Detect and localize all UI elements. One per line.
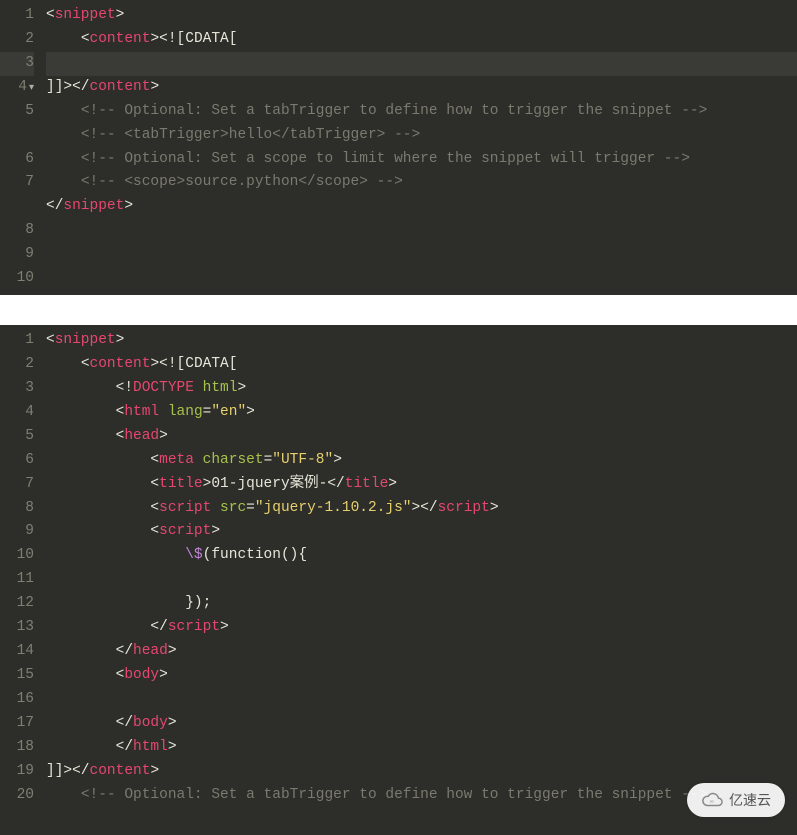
line-number: 6 [0,148,34,172]
code-line[interactable]: <!DOCTYPE html> [46,377,797,401]
line-number: 15 [0,664,34,688]
svg-text:∞: ∞ [710,799,714,805]
code-line[interactable]: </script> [46,616,797,640]
line-number: 5 [0,100,34,124]
line-number: 6 [0,449,34,473]
code-line[interactable] [46,52,797,76]
code-line[interactable]: <body> [46,664,797,688]
code-line[interactable]: <!-- <scope>source.python</scope> --> [46,171,797,195]
line-number: 4 [0,76,34,100]
line-number: 9 [0,243,34,267]
line-number: 7 [0,473,34,497]
code-line[interactable]: <!-- Optional: Set a tabTrigger to defin… [46,100,797,124]
code-line[interactable]: \$(function(){ [46,544,797,568]
watermark-text: 亿速云 [729,790,771,810]
line-number: 8 [0,219,34,243]
code-line[interactable]: <!-- Optional: Set a tabTrigger to defin… [46,784,797,808]
code-line[interactable]: </html> [46,736,797,760]
line-number: 8 [0,497,34,521]
code-line[interactable]: <snippet> [46,4,797,28]
line-number-continuation [0,124,34,148]
line-number: 2 [0,353,34,377]
code-line[interactable]: </head> [46,640,797,664]
line-number: 10 [0,544,34,568]
code-line[interactable]: <!-- Optional: Set a scope to limit wher… [46,148,797,172]
line-number-gutter: 1234567891011121314151617181920 [0,329,40,831]
line-number: 4 [0,401,34,425]
line-number: 16 [0,688,34,712]
line-number: 2 [0,28,34,52]
line-number-continuation [0,195,34,219]
code-editor[interactable]: 1234567891011121314151617181920 <snippet… [0,325,797,835]
code-line[interactable]: <script> [46,520,797,544]
line-number: 9 [0,520,34,544]
line-number-continuation [0,808,34,832]
code-line[interactable]: <html lang="en"> [46,401,797,425]
code-area[interactable]: <snippet> <content><![CDATA[ <!DOCTYPE h… [40,329,797,831]
watermark-badge: ∞ 亿速云 [687,783,785,817]
line-number: 19 [0,760,34,784]
line-number: 1 [0,4,34,28]
line-number: 3 [0,377,34,401]
code-line[interactable]: <!-- <tabTrigger>hello</tabTrigger> --> [46,124,797,148]
line-number: 10 [0,267,34,291]
code-line[interactable]: <content><![CDATA[ [46,353,797,377]
line-number: 11 [0,568,34,592]
code-line[interactable]: ]]></content> [46,760,797,784]
code-area[interactable]: <snippet> <content><![CDATA[ ]]></content… [40,4,797,291]
line-number: 3 [0,52,34,76]
code-line[interactable] [46,568,797,592]
code-line[interactable]: <title>01-jquery案例-</title> [46,473,797,497]
code-line[interactable]: <meta charset="UTF-8"> [46,449,797,473]
line-number: 13 [0,616,34,640]
line-number: 12 [0,592,34,616]
line-number-gutter: 12345 67 8910 [0,4,40,291]
line-number: 20 [0,784,34,808]
code-line[interactable]: <snippet> [46,329,797,353]
cloud-icon: ∞ [701,789,723,811]
line-number: 18 [0,736,34,760]
code-line[interactable]: </body> [46,712,797,736]
code-line[interactable]: }); [46,592,797,616]
line-number: 14 [0,640,34,664]
line-number: 17 [0,712,34,736]
code-line[interactable] [46,219,797,243]
code-line[interactable] [46,688,797,712]
code-editor[interactable]: 12345 67 8910<snippet> <content><![CDATA… [0,0,797,295]
line-number: 1 [0,329,34,353]
code-line[interactable]: <script src="jquery-1.10.2.js"></script> [46,497,797,521]
code-line[interactable]: ]]></content> [46,76,797,100]
code-line[interactable]: </snippet> [46,195,797,219]
line-number: 5 [0,425,34,449]
line-number: 7 [0,171,34,195]
code-line[interactable]: <content><![CDATA[ [46,28,797,52]
code-line[interactable]: <head> [46,425,797,449]
